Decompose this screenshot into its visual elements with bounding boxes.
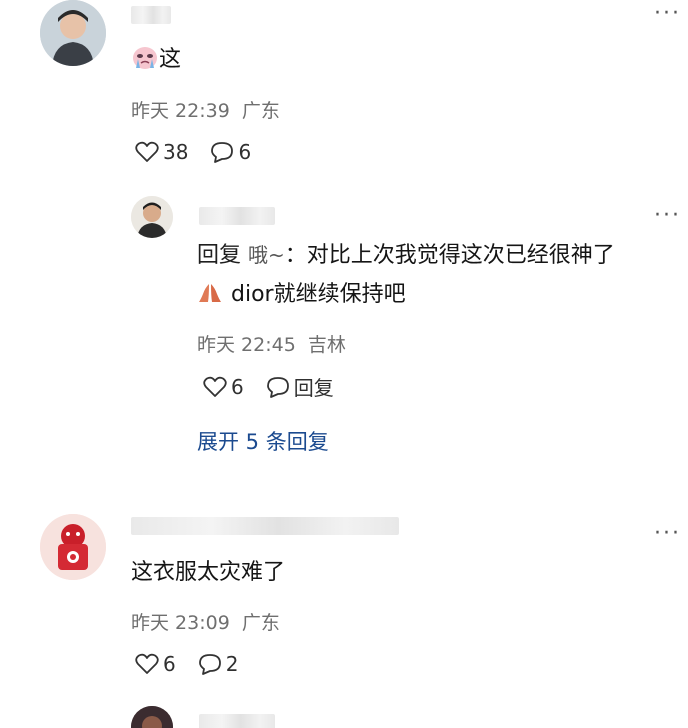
like-button[interactable]: 6 [135, 652, 176, 676]
comment-actions: 6 2 [135, 652, 260, 676]
avatar[interactable] [40, 514, 106, 580]
comment-location: 广东 [241, 612, 280, 634]
reply-button[interactable]: 2 [198, 652, 239, 676]
avatar[interactable] [131, 706, 173, 728]
like-count: 6 [163, 652, 176, 676]
comment-bubble-icon [198, 653, 222, 675]
reply-count: 2 [225, 652, 239, 676]
comment-meta: 昨天 23:09 广东 [131, 608, 280, 635]
heart-icon [135, 653, 159, 675]
comment-time: 昨天 23:09 [131, 612, 230, 634]
username-blurred[interactable] [131, 517, 399, 535]
username-blurred[interactable] [199, 714, 275, 728]
more-icon[interactable]: ··· [654, 523, 681, 545]
comment-text: 这衣服太灾难了 [131, 560, 286, 585]
comment-3: ··· 这衣服太灾难了 昨天 23:09 广东 6 2 [0, 0, 688, 700]
